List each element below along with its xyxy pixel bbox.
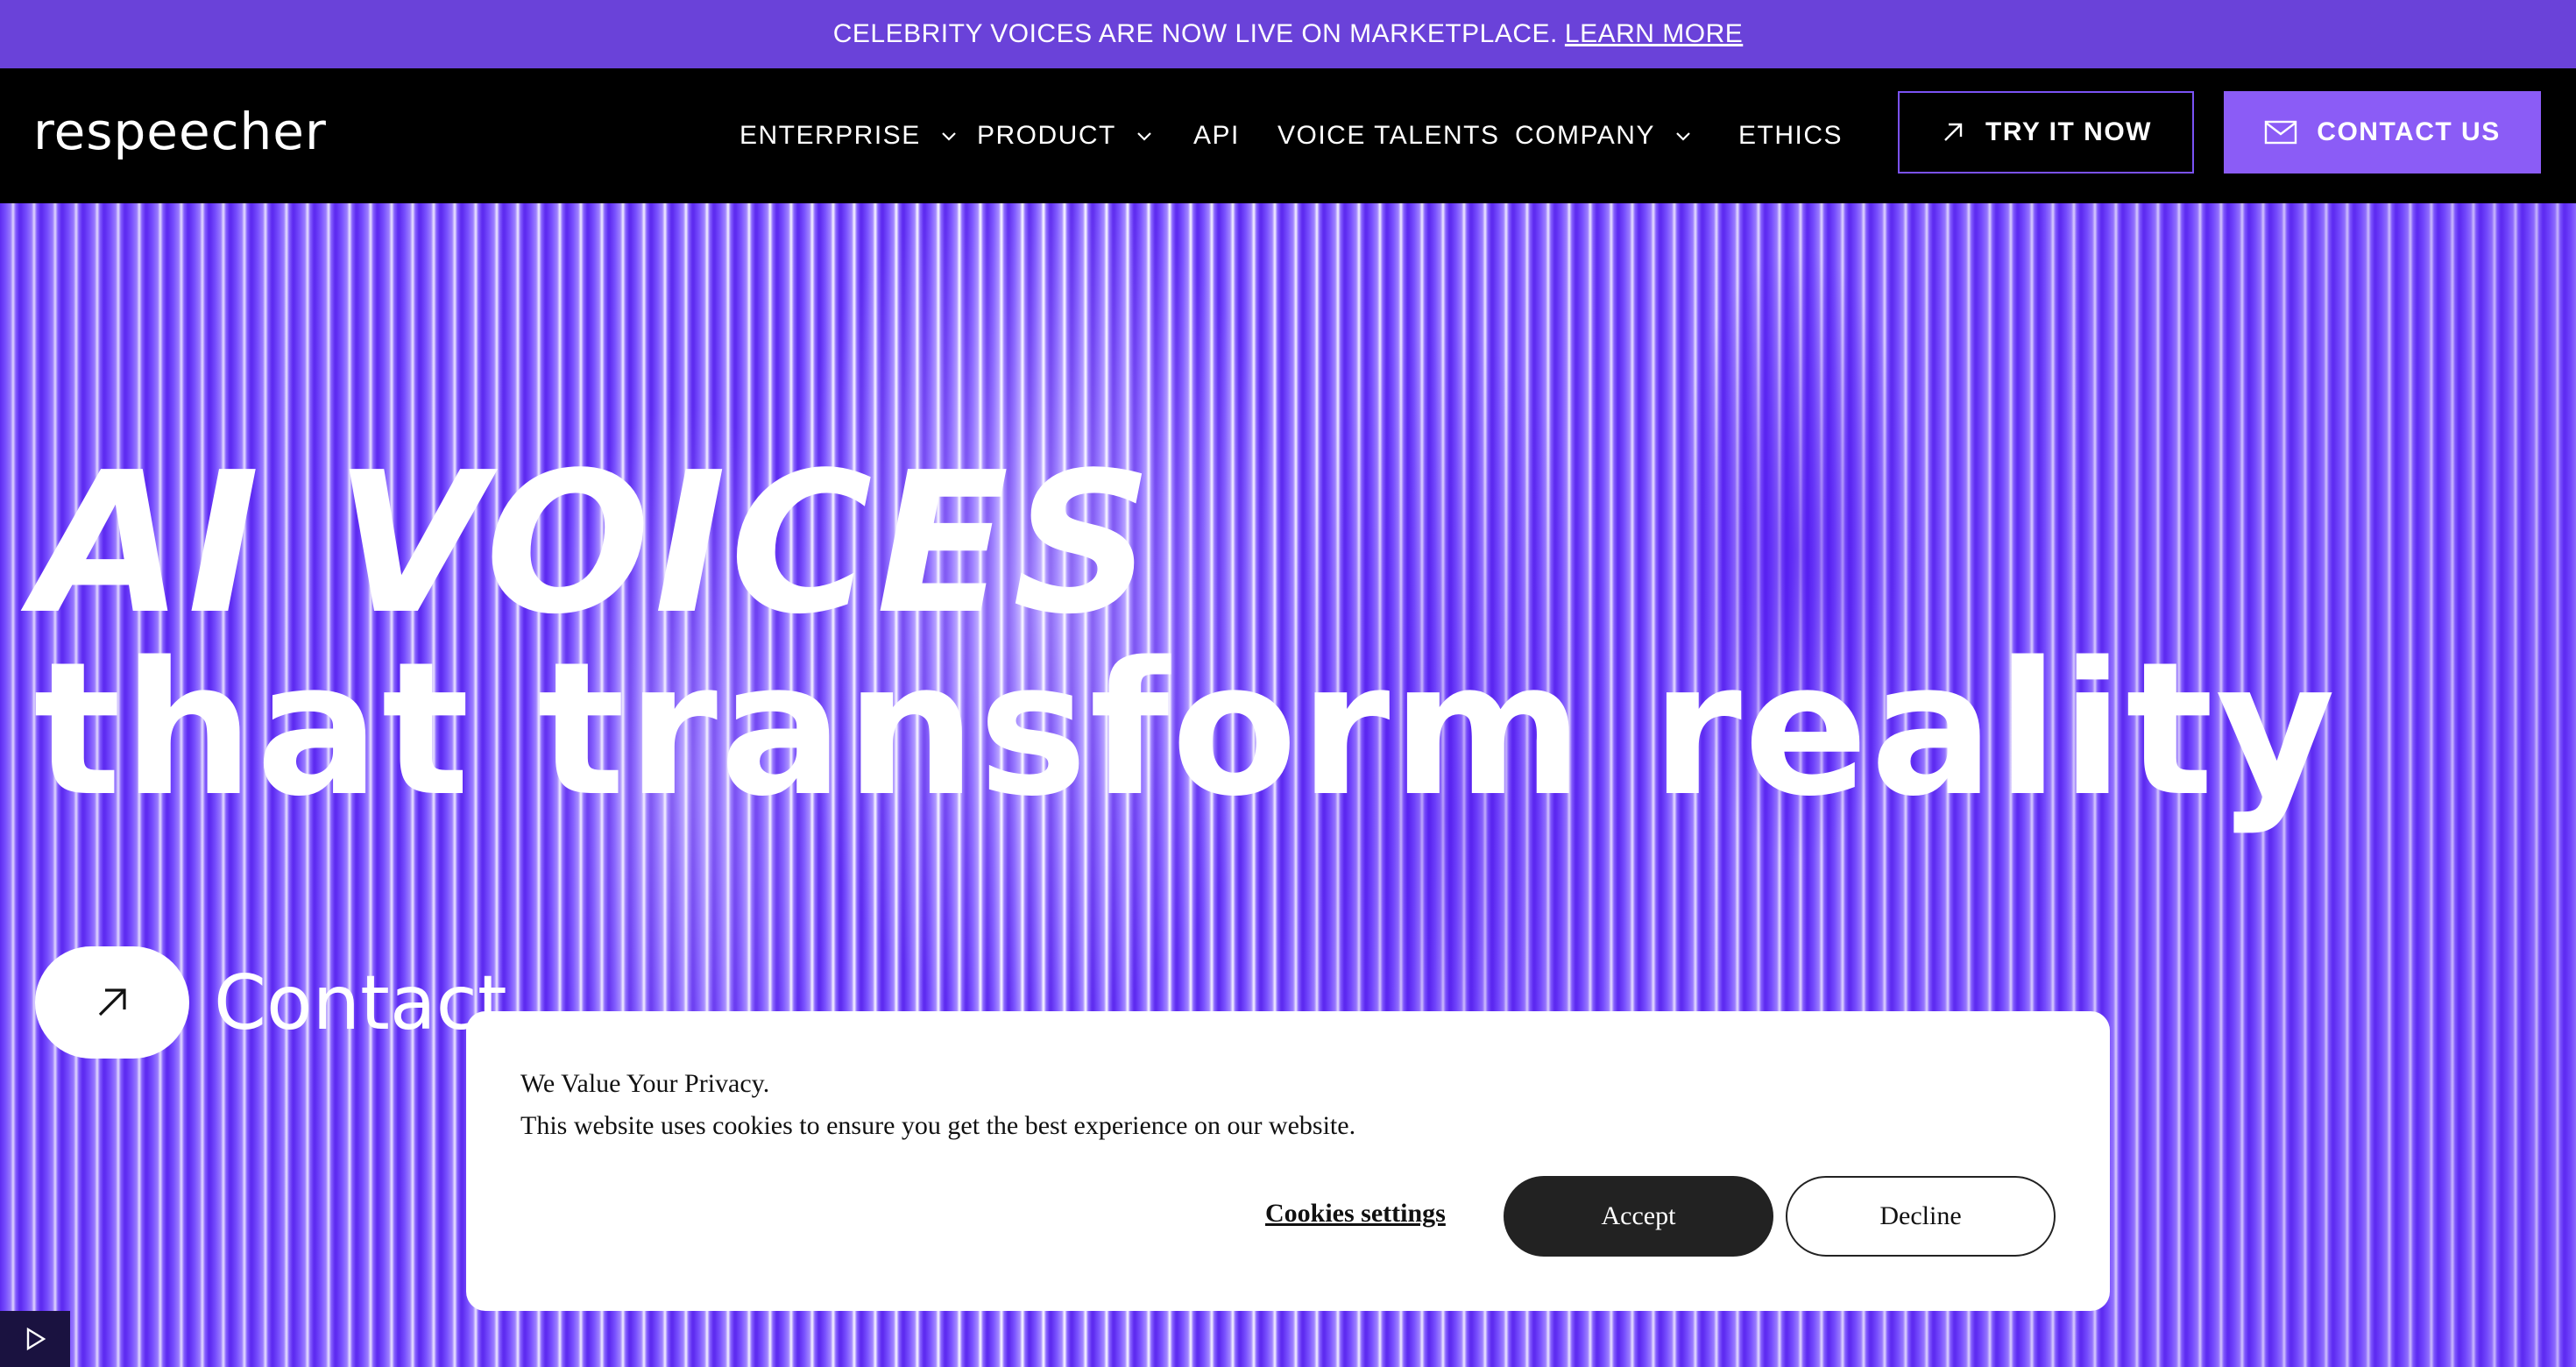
nav-item-label: VOICE TALENTS — [1277, 121, 1500, 150]
hero-headline-line2: that transform reality — [33, 622, 2338, 837]
contact-us-button[interactable]: CONTACT US — [2224, 91, 2541, 174]
try-it-now-button[interactable]: TRY IT NOW — [1898, 91, 2194, 174]
try-it-now-label: TRY IT NOW — [1985, 117, 2152, 146]
announcement-bar: CELEBRITY VOICES ARE NOW LIVE ON MARKETP… — [0, 0, 2576, 68]
nav-item-enterprise[interactable]: ENTERPRISE — [740, 121, 958, 151]
arrow-up-right-icon — [98, 988, 126, 1016]
cookies-settings-link[interactable]: Cookies settings — [1265, 1199, 1446, 1229]
hero-contact-label[interactable]: Contact — [214, 960, 507, 1047]
play-icon — [26, 1327, 46, 1351]
nav-item-label: ENTERPRISE — [740, 121, 921, 150]
video-play-button[interactable] — [0, 1311, 70, 1367]
chevron-down-icon — [1137, 132, 1151, 141]
contact-us-label: CONTACT US — [2317, 117, 2501, 146]
cookie-message: This website uses cookies to ensure you … — [520, 1111, 1356, 1140]
nav-item-label: ETHICS — [1738, 121, 1844, 150]
nav-item-company[interactable]: COMPANY — [1515, 121, 1692, 151]
nav-item-voice-talents[interactable]: VOICE TALENTS — [1277, 121, 1499, 151]
accept-cookies-button[interactable]: Accept — [1504, 1176, 1773, 1257]
main-nav: respeecher ENTERPRISE PRODUCT API VOICE … — [0, 68, 2576, 203]
learn-more-link[interactable]: LEARN MORE — [1565, 19, 1743, 49]
nav-item-ethics[interactable]: ETHICS — [1738, 121, 1843, 151]
respeecher-logo[interactable]: respeecher — [33, 102, 327, 161]
cookie-consent-dialog: We Value Your Privacy. This website uses… — [466, 1011, 2110, 1311]
mail-icon — [2265, 120, 2297, 145]
hero-contact-button[interactable] — [35, 946, 189, 1059]
nav-item-api[interactable]: API — [1193, 121, 1240, 151]
chevron-down-icon — [941, 132, 956, 141]
nav-item-label: PRODUCT — [977, 121, 1116, 150]
nav-item-label: COMPANY — [1515, 121, 1655, 150]
cookie-title: We Value Your Privacy. — [520, 1069, 770, 1098]
arrow-up-right-icon — [1944, 123, 1963, 141]
nav-item-product[interactable]: PRODUCT — [977, 121, 1153, 151]
chevron-down-icon — [1676, 132, 1690, 141]
decline-cookies-button[interactable]: Decline — [1786, 1176, 2056, 1257]
announcement-text: CELEBRITY VOICES ARE NOW LIVE ON MARKETP… — [832, 19, 1558, 48]
hero-headline-line1: AI VOICES — [33, 431, 1157, 657]
nav-item-label: API — [1193, 121, 1240, 150]
